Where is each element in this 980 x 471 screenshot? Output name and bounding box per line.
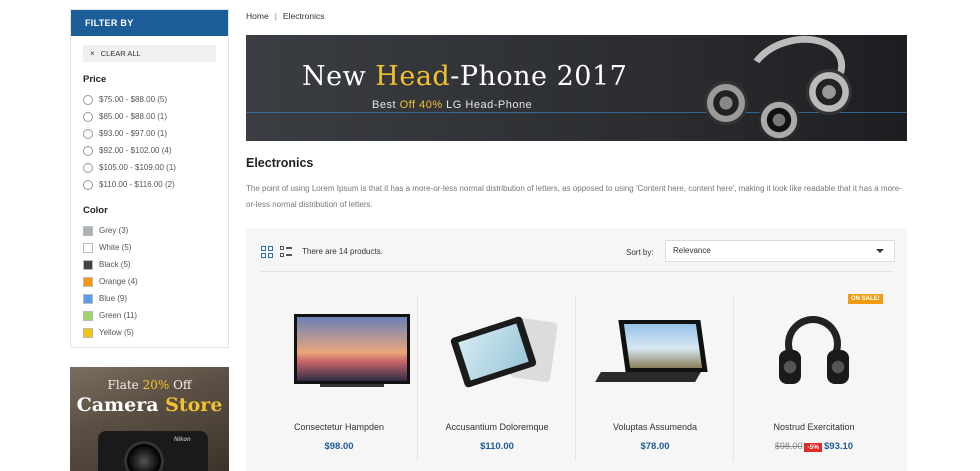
product-name[interactable]: Nostrud Exercitation xyxy=(735,422,893,432)
price-facet-title: Price xyxy=(83,74,107,85)
sort-value: Relevance xyxy=(673,246,711,255)
camera-store-promo[interactable]: Flate 20% Off Camera Store Nikon xyxy=(70,367,229,471)
close-icon: × xyxy=(90,49,95,58)
price-filter-option[interactable]: $85.00 - $88.00 (1) xyxy=(83,108,228,125)
radio-icon[interactable] xyxy=(83,111,93,122)
color-swatch[interactable] xyxy=(83,327,93,338)
product-price: $78.00 xyxy=(640,441,670,452)
category-description: The point of using Lorem Ipsum is that i… xyxy=(246,184,902,209)
breadcrumb-separator: | xyxy=(274,11,277,21)
color-swatch[interactable] xyxy=(83,310,93,321)
price-filter-option[interactable]: $105.00 - $109.00 (1) xyxy=(83,159,228,176)
radio-icon[interactable] xyxy=(83,162,93,173)
headphone-cup xyxy=(827,350,849,384)
sort-label: Sort by: xyxy=(626,248,654,257)
price-filter-option[interactable]: $110.00 - $116.00 (2) xyxy=(83,176,228,193)
color-filter-option[interactable]: Grey (3) xyxy=(83,222,228,239)
price-filter-label: $110.00 - $116.00 (2) xyxy=(99,180,175,189)
color-swatch[interactable] xyxy=(83,225,93,236)
headphone-cup-image xyxy=(704,81,748,125)
banner-title: New Head-Phone 2017 xyxy=(302,61,628,92)
toolbar-divider xyxy=(260,271,893,272)
color-filter-option[interactable]: Black (5) xyxy=(83,256,228,273)
banner-accent-line xyxy=(246,112,907,113)
color-facet-list: Grey (3) White (5) Black (5) Orange (4) Blue… xyxy=(83,222,228,341)
list-view-icon[interactable] xyxy=(280,246,292,258)
headphone-cup-image xyxy=(806,69,852,115)
category-title: Electronics xyxy=(246,156,314,170)
filter-heading: FILTER BY xyxy=(71,10,228,36)
price-filter-option[interactable]: $93.00 - $97.00 (1) xyxy=(83,125,228,142)
banner-subtitle: Best Off 40% LG Head-Phone xyxy=(372,99,533,111)
color-filter-option[interactable]: White (5) xyxy=(83,239,228,256)
headphone-cup-image xyxy=(758,99,800,141)
product-image-laptop xyxy=(618,320,708,372)
category-banner[interactable]: New Head-Phone 2017 Best Off 40% LG Head… xyxy=(246,35,907,141)
price-filter-label: $85.00 - $88.00 (1) xyxy=(99,112,168,121)
price-filter-option[interactable]: $92.00 - $102.00 (4) xyxy=(83,142,228,159)
tv-stand xyxy=(320,384,384,387)
color-filter-label: Yellow (5) xyxy=(99,328,134,337)
color-swatch[interactable] xyxy=(83,259,93,270)
product-price: $98.00 -5% $93.10 xyxy=(735,441,893,452)
radio-icon[interactable] xyxy=(83,145,93,156)
price-filter-label: $75.00 - $88.00 (5) xyxy=(99,95,168,104)
product-old-price: $98.00 xyxy=(774,441,803,451)
price-facet-list: $75.00 - $88.00 (5) $85.00 - $88.00 (1) $9… xyxy=(83,91,228,193)
price-filter-label: $93.00 - $97.00 (1) xyxy=(99,129,168,138)
listing-toolbar: There are 14 products. Sort by: Relevanc… xyxy=(246,228,907,268)
product-price: $110.00 xyxy=(480,441,514,452)
color-filter-option[interactable]: Blue (9) xyxy=(83,290,228,307)
color-facet-title: Color xyxy=(83,205,108,216)
product-listing: There are 14 products. Sort by: Relevanc… xyxy=(246,228,907,471)
promo-offer-text: Flate 20% Off xyxy=(107,378,192,392)
discount-badge: -5% xyxy=(804,443,823,452)
color-filter-label: Blue (9) xyxy=(99,294,128,303)
product-count: There are 14 products. xyxy=(302,247,383,256)
chevron-down-icon xyxy=(876,249,884,253)
product-card[interactable]: Nostrud Exercitation $98.00 -5% $93.10 xyxy=(735,296,893,471)
radio-icon[interactable] xyxy=(83,94,93,105)
product-card[interactable]: Accusantium Doloremque $110.00 xyxy=(418,296,576,471)
color-filter-option[interactable]: Yellow (5) xyxy=(83,324,228,341)
color-swatch[interactable] xyxy=(83,293,93,304)
breadcrumb-current: Electronics xyxy=(282,11,325,21)
color-filter-label: Green (11) xyxy=(99,311,138,320)
product-card[interactable]: Voluptas Assumenda $78.00 xyxy=(576,296,734,471)
laptop-base xyxy=(595,372,701,382)
on-sale-badge: ON SALE! xyxy=(848,294,883,304)
clear-all-label: CLEAR ALL xyxy=(100,49,141,58)
color-filter-option[interactable]: Orange (4) xyxy=(83,273,228,290)
product-image-tv xyxy=(294,314,410,384)
filter-panel: FILTER BY × CLEAR ALL Price $75.00 - $88.… xyxy=(70,9,229,348)
price-filter-label: $105.00 - $109.00 (1) xyxy=(99,163,176,172)
product-name[interactable]: Accusantium Doloremque xyxy=(418,422,576,432)
headphone-cup xyxy=(779,350,801,384)
product-name[interactable]: Voluptas Assumenda xyxy=(576,422,734,432)
breadcrumb: Home | Electronics xyxy=(246,11,324,21)
color-filter-option[interactable]: Green (11) xyxy=(83,307,228,324)
color-filter-label: White (5) xyxy=(99,243,132,252)
grid-view-icon[interactable] xyxy=(261,246,273,258)
color-filter-label: Orange (4) xyxy=(99,277,138,286)
promo-store-text: Camera Store xyxy=(76,394,223,416)
color-filter-label: Grey (3) xyxy=(99,226,129,235)
product-price: $98.00 xyxy=(324,441,354,452)
color-swatch[interactable] xyxy=(83,276,93,287)
radio-icon[interactable] xyxy=(83,128,93,139)
sort-select[interactable]: Relevance xyxy=(665,240,895,262)
breadcrumb-home-link[interactable]: Home xyxy=(246,11,269,21)
product-name[interactable]: Consectetur Hampden xyxy=(260,422,418,432)
camera-brand-logo: Nikon xyxy=(174,437,191,443)
price-filter-option[interactable]: $75.00 - $88.00 (5) xyxy=(83,91,228,108)
color-swatch[interactable] xyxy=(83,242,93,253)
product-card[interactable]: Consectetur Hampden $98.00 xyxy=(260,296,418,471)
clear-all-button[interactable]: × CLEAR ALL xyxy=(83,45,216,62)
color-filter-label: Black (5) xyxy=(99,260,131,269)
price-filter-label: $92.00 - $102.00 (4) xyxy=(99,146,172,155)
radio-icon[interactable] xyxy=(83,179,93,190)
product-sale-price: $93.10 xyxy=(824,441,854,452)
